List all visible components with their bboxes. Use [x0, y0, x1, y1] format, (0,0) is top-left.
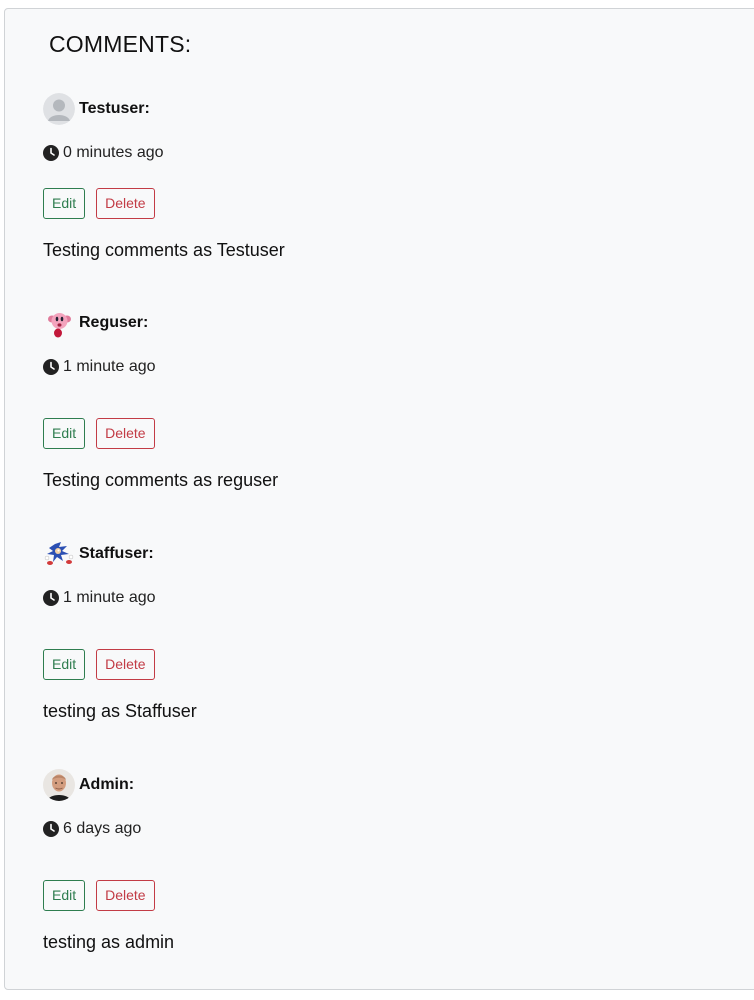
delete-button[interactable]: Delete — [96, 649, 155, 680]
comment-time: 1 minute ago — [63, 589, 156, 606]
default-user-avatar-icon — [43, 93, 75, 125]
comment-author-row: Admin: — [43, 769, 134, 801]
comment-timestamp: 6 days ago — [43, 820, 141, 838]
pink-character-avatar-icon — [43, 307, 75, 339]
comment-time: 6 days ago — [63, 820, 142, 837]
clock-icon — [43, 590, 59, 606]
comment-body: Testing comments as Testuser — [43, 240, 285, 260]
comment-author: Staffuser: — [79, 545, 154, 562]
comment-body: testing as Staffuser — [43, 701, 197, 721]
delete-button[interactable]: Delete — [96, 418, 155, 449]
blue-character-avatar-icon — [43, 538, 75, 570]
comment-actions: Edit Delete — [43, 418, 155, 449]
comment-author: Reguser: — [79, 314, 149, 331]
comment-actions: Edit Delete — [43, 880, 155, 911]
comment-timestamp: 1 minute ago — [43, 589, 156, 607]
clock-icon — [43, 821, 59, 837]
comment-timestamp: 0 minutes ago — [43, 144, 164, 162]
edit-button[interactable]: Edit — [43, 188, 86, 219]
comment-author-row: Reguser: — [43, 307, 148, 339]
comment-timestamp: 1 minute ago — [43, 358, 156, 376]
clock-icon — [43, 359, 59, 375]
comments-heading: COMMENTS: — [49, 31, 192, 57]
comment-actions: Edit Delete — [43, 649, 155, 680]
delete-button[interactable]: Delete — [96, 188, 155, 219]
photo-avatar-icon — [43, 769, 75, 801]
comment-time: 1 minute ago — [63, 358, 156, 375]
comment-actions: Edit Delete — [43, 188, 155, 219]
clock-icon — [43, 145, 59, 161]
comment-author: Admin: — [79, 776, 135, 793]
edit-button[interactable]: Edit — [43, 418, 86, 449]
comment-time: 0 minutes ago — [63, 144, 164, 161]
delete-button[interactable]: Delete — [96, 880, 155, 911]
comment-author: Testuser: — [79, 100, 150, 117]
comment-author-row: Staffuser: — [43, 538, 154, 570]
edit-button[interactable]: Edit — [43, 649, 86, 680]
comments-panel: COMMENTS: Testuser: 0 minutes ago Edit D… — [4, 8, 754, 990]
comment-body: Testing comments as reguser — [43, 470, 279, 490]
edit-button[interactable]: Edit — [43, 880, 86, 911]
comment-body: testing as admin — [43, 932, 175, 952]
comment-author-row: Testuser: — [43, 93, 150, 125]
